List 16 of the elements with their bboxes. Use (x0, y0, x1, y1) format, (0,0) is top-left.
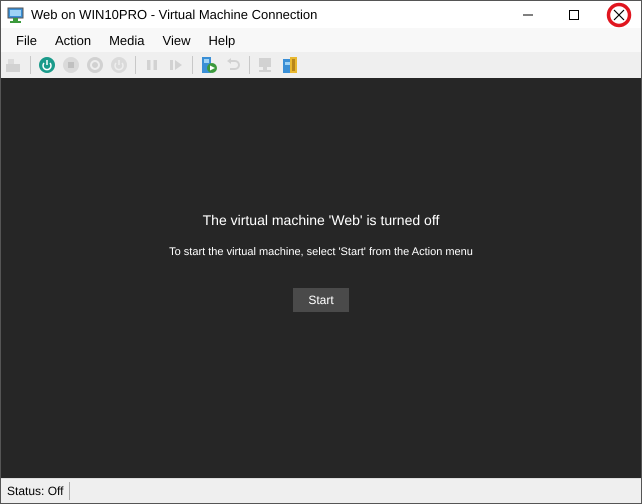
menu-item[interactable]: Help (199, 30, 244, 50)
checkpoint-icon[interactable] (199, 55, 219, 75)
menu-item[interactable]: File (7, 30, 46, 50)
menu-item[interactable]: View (154, 30, 200, 50)
status-heading: The virtual machine 'Web' is turned off (202, 212, 440, 228)
instruction-text: To start the virtual machine, select 'Start' from the Action menu (169, 246, 473, 258)
maximize-icon[interactable] (568, 8, 580, 20)
menu-item[interactable]: Action (46, 30, 100, 50)
monitor-icon (7, 6, 25, 22)
close-icon[interactable] (606, 2, 632, 28)
window-title: Web on WIN10PRO - Virtual Machine Connection (31, 7, 318, 22)
share-icon[interactable] (280, 55, 300, 75)
menu-item[interactable]: Media (100, 30, 154, 50)
start-button[interactable]: Start (293, 288, 349, 312)
start-icon[interactable] (37, 55, 57, 75)
status-text: Status: Off (1, 482, 70, 500)
